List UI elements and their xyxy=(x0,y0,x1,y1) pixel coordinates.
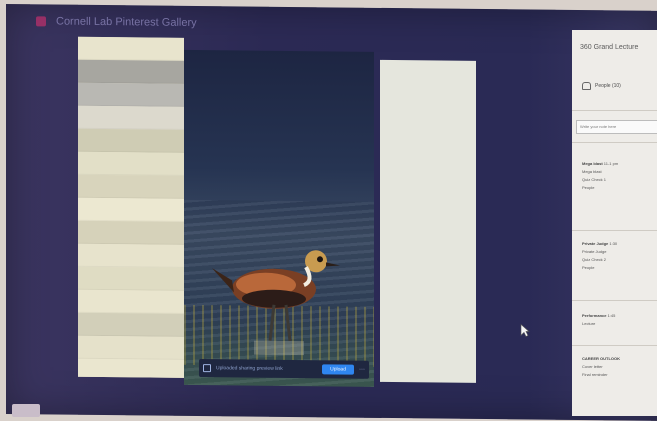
pane-stripe xyxy=(78,335,184,360)
schedule-entry[interactable]: CAREER OUTLOOK Cover letter Final remind… xyxy=(582,355,657,379)
link-icon xyxy=(203,364,211,373)
divider xyxy=(572,300,657,301)
pane-stripe xyxy=(78,289,184,314)
divider xyxy=(572,142,657,143)
divider xyxy=(572,230,657,231)
people-icon xyxy=(582,82,591,90)
people-button[interactable]: People (10) xyxy=(582,82,621,90)
pane-stripe xyxy=(78,59,184,84)
pane-stripe xyxy=(78,174,184,199)
right-sidebar: 360 Grand Lecture People (10) Write your… xyxy=(572,30,657,416)
pane-stripe xyxy=(78,220,184,245)
mouse-cursor-icon xyxy=(520,323,530,337)
upload-button[interactable]: Upload xyxy=(322,364,354,375)
pane-stripe xyxy=(78,36,184,61)
taskbar-thumbnail[interactable] xyxy=(12,404,40,417)
pane-stripe xyxy=(78,82,184,107)
schedule-entry[interactable]: Mega blast 11-1 pm Mega blast Quiz Check… xyxy=(582,160,657,192)
browser-tab[interactable]: Cornell Lab Pinterest Gallery xyxy=(36,10,197,34)
image-hover-toolbar: Uploaded sharing preview link Upload ··· xyxy=(199,359,369,379)
note-input[interactable]: Write your note here xyxy=(576,120,657,134)
divider xyxy=(572,345,657,346)
pane-stripe xyxy=(78,266,184,291)
people-label: People (10) xyxy=(595,83,621,89)
pane-stripe xyxy=(78,105,184,130)
site-favicon-icon xyxy=(36,16,46,27)
pane-stripe xyxy=(78,197,184,222)
schedule-entry[interactable]: Performance 1:45 Lecture xyxy=(582,312,657,328)
more-options-icon[interactable]: ··· xyxy=(359,367,365,373)
pane-stripe xyxy=(78,358,184,378)
pane-stripe xyxy=(78,151,184,176)
left-column-pane xyxy=(78,36,184,378)
photo-viewer[interactable] xyxy=(184,49,374,387)
hover-bar-text: Uploaded sharing preview link xyxy=(216,365,283,372)
sidebar-title: 360 Grand Lecture xyxy=(580,44,639,51)
bird-image xyxy=(212,250,340,356)
divider xyxy=(572,110,657,111)
pane-stripe xyxy=(78,312,184,337)
pane-stripe xyxy=(78,243,184,268)
pane-stripe xyxy=(78,128,184,153)
tab-title-text: Cornell Lab Pinterest Gallery xyxy=(56,15,197,29)
middle-blank-pane xyxy=(380,59,476,383)
schedule-entry[interactable]: Private Judge 1:30 Private Judge Quiz Ch… xyxy=(582,240,657,272)
monitor-screen: Cornell Lab Pinterest Gallery Uploaded s… xyxy=(6,4,657,421)
